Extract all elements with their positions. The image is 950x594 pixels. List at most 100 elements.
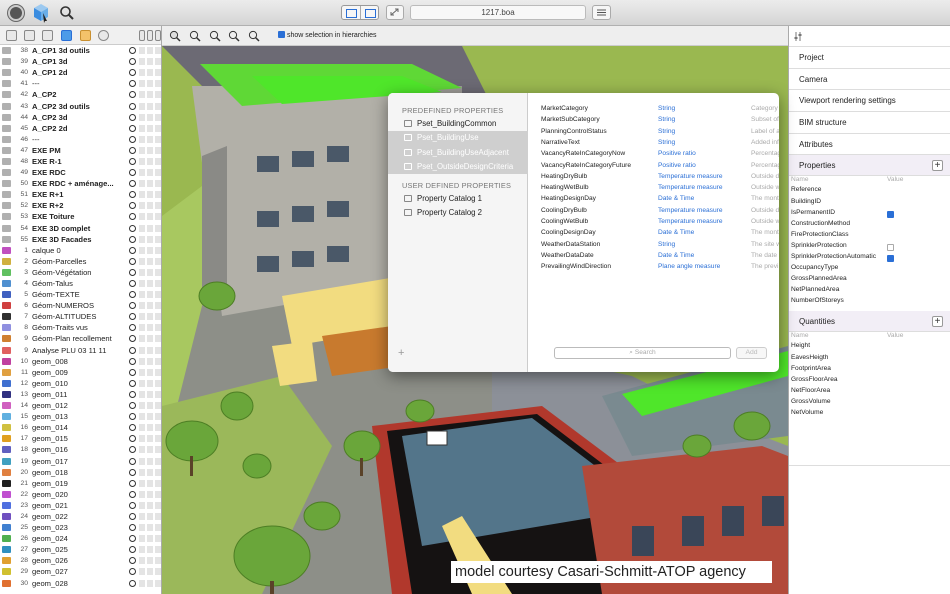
layer-visibility-icon[interactable] (129, 91, 136, 99)
property-definition-row[interactable]: PrevailingWindDirection Plane angle measu… (541, 263, 779, 274)
user-property-catalog-item[interactable]: Property Catalog 1 (388, 191, 528, 206)
layer-row[interactable]: 43 A_CP2 3d outils (0, 100, 161, 111)
layer-lock-toggle[interactable] (139, 368, 145, 376)
layer-snap-toggle[interactable] (147, 357, 153, 365)
property-definition-row[interactable]: CoolingDryBulb Temperature measure Outside… (541, 207, 779, 218)
layer-snap-toggle[interactable] (147, 579, 153, 587)
layer-lock-toggle[interactable] (139, 180, 145, 188)
layer-row[interactable]: 20 geom_018 (0, 467, 161, 478)
layer-snap-toggle[interactable] (147, 324, 153, 332)
layer-print-toggle[interactable] (155, 346, 161, 354)
layer-snap-toggle[interactable] (147, 157, 153, 165)
layer-visibility-icon[interactable] (129, 424, 136, 432)
inspector-section-camera[interactable]: Camera (789, 69, 950, 91)
layer-visibility-icon[interactable] (129, 180, 136, 188)
layer-snap-toggle[interactable] (147, 213, 153, 221)
properties-section-header[interactable]: Properties + (789, 155, 950, 177)
checkbox-checked-icon[interactable] (887, 210, 894, 218)
layer-row[interactable]: 45 A_CP2 2d (0, 123, 161, 134)
layer-snap-toggle[interactable] (147, 512, 153, 520)
layer-print-toggle[interactable] (155, 479, 161, 487)
layer-print-toggle[interactable] (155, 268, 161, 276)
layer-visibility-icon[interactable] (129, 501, 136, 509)
right-pane-toggle[interactable] (361, 6, 379, 19)
layer-visibility-icon[interactable] (129, 69, 136, 77)
layer-snap-toggle[interactable] (147, 457, 153, 465)
layer-print-toggle[interactable] (155, 512, 161, 520)
layer-row[interactable]: 13 geom_011 (0, 389, 161, 400)
layer-search-icon[interactable] (98, 30, 109, 41)
layer-snap-toggle[interactable] (147, 257, 153, 265)
layer-print-toggle[interactable] (155, 524, 161, 532)
layer-lock-toggle[interactable] (139, 446, 145, 454)
layer-row[interactable]: 1 calque 0 (0, 245, 161, 256)
layer-lock-toggle[interactable] (139, 546, 145, 554)
layer-lock-toggle[interactable] (139, 424, 145, 432)
layer-visibility-icon[interactable] (129, 402, 136, 410)
layer-snap-toggle[interactable] (147, 468, 153, 476)
layer-visibility-icon[interactable] (129, 568, 136, 576)
layer-print-toggle[interactable] (155, 402, 161, 410)
layer-visibility-icon[interactable] (129, 457, 136, 465)
layer-lock-toggle[interactable] (139, 224, 145, 232)
layer-visibility-icon[interactable] (129, 379, 136, 387)
layer-lock-toggle[interactable] (139, 479, 145, 487)
layer-snap-toggle[interactable] (147, 58, 153, 66)
layer-visibility-icon[interactable] (129, 291, 136, 299)
layer-row[interactable]: 51 EXE R+1 (0, 189, 161, 200)
layer-print-toggle[interactable] (155, 390, 161, 398)
layer-print-toggle[interactable] (155, 579, 161, 587)
layer-snap-toggle[interactable] (147, 490, 153, 498)
layer-snap-toggle[interactable] (147, 135, 153, 143)
layer-snap-toggle[interactable] (147, 413, 153, 421)
property-row[interactable]: NumberOfStoreys (789, 297, 950, 308)
property-row[interactable]: SprinklerProtection (789, 242, 950, 253)
layer-visibility-icon[interactable] (129, 246, 136, 254)
layer-lock-toggle[interactable] (139, 435, 145, 443)
layer-row[interactable]: 48 EXE R-1 (0, 156, 161, 167)
layer-visibility-icon[interactable] (129, 113, 136, 121)
inspector-section-bim-structure[interactable]: BIM structure (789, 112, 950, 134)
layer-row[interactable]: 8 Géom-Traits vus (0, 322, 161, 333)
layer-lock-toggle[interactable] (139, 202, 145, 210)
layer-visibility-icon[interactable] (129, 268, 136, 276)
layer-lock-toggle[interactable] (139, 413, 145, 421)
layer-print-toggle[interactable] (155, 47, 161, 55)
layer-row[interactable]: 21 geom_019 (0, 478, 161, 489)
layer-column-icon[interactable] (155, 30, 161, 41)
layer-visibility-icon[interactable] (129, 512, 136, 520)
layer-lock-toggle[interactable] (139, 113, 145, 121)
property-definition-row[interactable]: WeatherDataStation String The site w (541, 241, 779, 252)
layer-snap-toggle[interactable] (147, 424, 153, 432)
layer-print-toggle[interactable] (155, 490, 161, 498)
add-property-button[interactable]: Add (736, 347, 767, 359)
layer-snap-toggle[interactable] (147, 557, 153, 565)
layer-row[interactable]: 27 geom_025 (0, 544, 161, 555)
quantity-row[interactable]: GrossVolume (789, 398, 950, 409)
layer-lock-toggle[interactable] (139, 69, 145, 77)
layer-row[interactable]: 25 geom_023 (0, 522, 161, 533)
layer-row[interactable]: 2 Géom-Parcelles (0, 256, 161, 267)
layer-lock-toggle[interactable] (139, 257, 145, 265)
layer-print-toggle[interactable] (155, 280, 161, 288)
layer-visibility-icon[interactable] (129, 146, 136, 154)
layer-lock-toggle[interactable] (139, 457, 145, 465)
quantity-row[interactable]: NetVolume (789, 409, 950, 420)
layer-visibility-icon[interactable] (129, 191, 136, 199)
layer-visibility-icon[interactable] (129, 368, 136, 376)
property-row[interactable]: NetPlannedArea (789, 286, 950, 297)
layer-print-toggle[interactable] (155, 302, 161, 310)
layer-lock-toggle[interactable] (139, 557, 145, 565)
property-definition-row[interactable]: CoolingWetBulb Temperature measure Outside… (541, 218, 779, 229)
layer-lock-toggle[interactable] (139, 191, 145, 199)
layer-snap-toggle[interactable] (147, 479, 153, 487)
inspector-section-attributes[interactable]: Attributes (789, 134, 950, 156)
layer-row[interactable]: 23 geom_021 (0, 500, 161, 511)
layer-lock-toggle[interactable] (139, 47, 145, 55)
inspector-section-project[interactable]: Project (789, 47, 950, 69)
layer-print-toggle[interactable] (155, 213, 161, 221)
property-row[interactable]: FireProtectionClass (789, 231, 950, 242)
layer-visibility-icon[interactable] (129, 390, 136, 398)
layer-snap-toggle[interactable] (147, 335, 153, 343)
add-property-set-button[interactable]: + (398, 347, 404, 359)
